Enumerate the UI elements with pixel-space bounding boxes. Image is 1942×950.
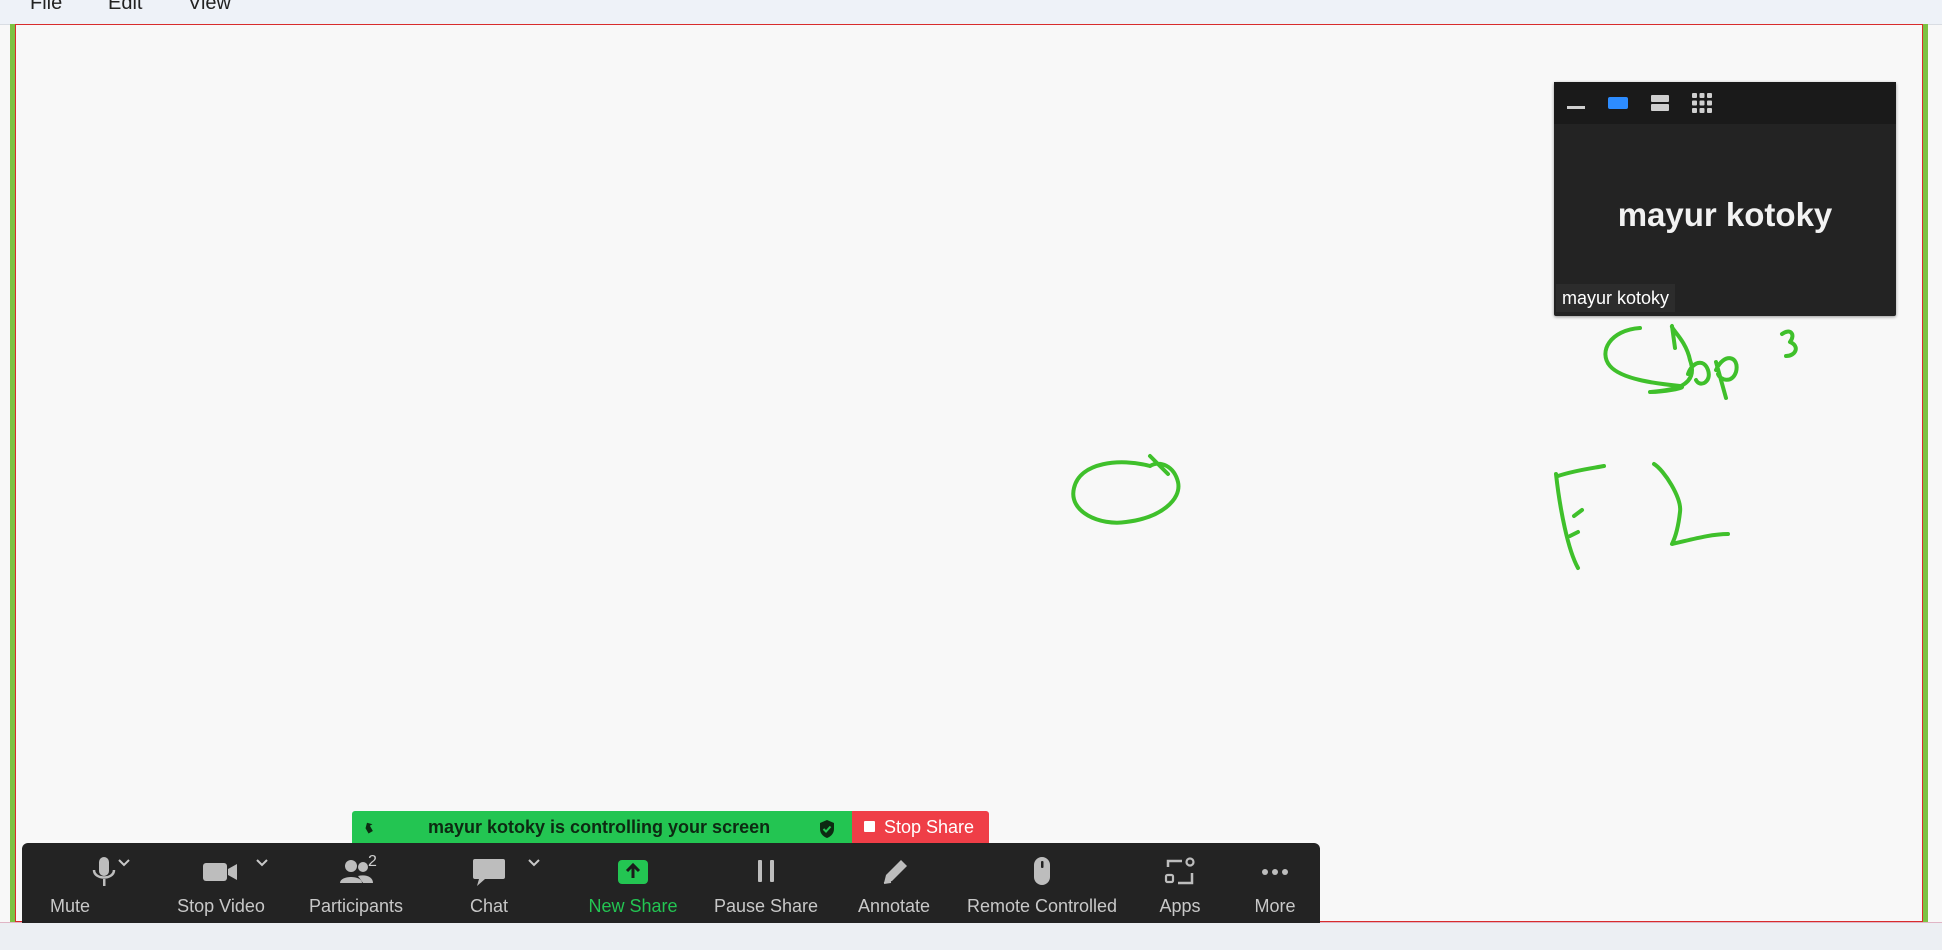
menu-view[interactable]: View xyxy=(188,0,231,15)
video-panel-toolbar xyxy=(1554,82,1896,124)
stop-share-label: Stop Share xyxy=(884,817,975,837)
annotate-button[interactable]: Annotate xyxy=(834,843,954,923)
chat-bubble-icon xyxy=(469,855,509,889)
remote-control-message: mayur kotoky is controlling your screen xyxy=(428,817,771,837)
gallery-grid-icon[interactable] xyxy=(1690,92,1714,114)
apps-button[interactable]: Apps xyxy=(1130,843,1230,923)
chat-options-chevron-icon[interactable] xyxy=(526,857,542,869)
shield-check-icon xyxy=(818,817,836,838)
menu-overflow-icon[interactable]: ˙ xyxy=(1908,0,1914,13)
menu-file[interactable]: File xyxy=(30,0,62,15)
video-thumbnail-panel: mayur kotoky mayur kotoky xyxy=(1554,82,1896,316)
more-button[interactable]: More xyxy=(1230,843,1320,923)
participants-label: Participants xyxy=(308,896,404,916)
menu-edit[interactable]: Edit xyxy=(108,0,142,15)
chat-label: Chat xyxy=(469,896,509,916)
menu-bar: File Edit View ˙ xyxy=(0,0,1942,25)
stop-video-label: Stop Video xyxy=(177,896,265,916)
stop-icon xyxy=(864,821,875,832)
minimize-icon[interactable] xyxy=(1564,92,1588,114)
new-share-button[interactable]: New Share xyxy=(568,843,698,923)
new-share-label: New Share xyxy=(588,896,678,916)
participant-name-tag: mayur kotoky xyxy=(1556,284,1676,312)
participant-display-name: mayur kotoky xyxy=(1617,196,1833,233)
single-view-icon[interactable] xyxy=(1606,92,1630,114)
mute-button[interactable]: Mute xyxy=(46,843,162,923)
video-options-chevron-icon[interactable] xyxy=(254,857,270,869)
share-screen-up-arrow-icon xyxy=(613,855,653,889)
participant-count-badge: 2 xyxy=(368,853,377,870)
side-by-side-icon[interactable] xyxy=(1648,92,1672,114)
apps-label: Apps xyxy=(1159,896,1201,916)
more-label: More xyxy=(1254,896,1296,916)
pointer-hand-icon xyxy=(362,816,382,836)
audio-options-chevron-icon[interactable] xyxy=(116,857,132,869)
remote-control-banner: mayur kotoky is controlling your screen xyxy=(352,811,852,843)
remote-controlled-label: Remote Controlled xyxy=(966,896,1118,916)
stop-video-button[interactable]: Stop Video xyxy=(162,843,278,923)
participants-button[interactable]: Participants xyxy=(296,843,416,923)
annotate-label: Annotate xyxy=(857,896,931,916)
meeting-toolbar: Mute Stop Video Participants 2 Chat New … xyxy=(22,843,1320,923)
more-dots-icon xyxy=(1255,855,1295,889)
pause-icon xyxy=(746,855,786,889)
stop-share-button[interactable]: Stop Share xyxy=(852,811,989,843)
pencil-icon xyxy=(874,855,914,889)
mouse-icon xyxy=(1022,855,1062,889)
remote-controlled-button[interactable]: Remote Controlled xyxy=(954,843,1130,923)
video-camera-icon xyxy=(200,855,240,889)
apps-icon xyxy=(1160,855,1200,889)
mute-label: Mute xyxy=(49,896,91,916)
pause-share-button[interactable]: Pause Share xyxy=(698,843,834,923)
taskbar-strip xyxy=(0,922,1942,950)
chat-button[interactable]: Chat xyxy=(434,843,544,923)
pause-share-label: Pause Share xyxy=(713,896,819,916)
